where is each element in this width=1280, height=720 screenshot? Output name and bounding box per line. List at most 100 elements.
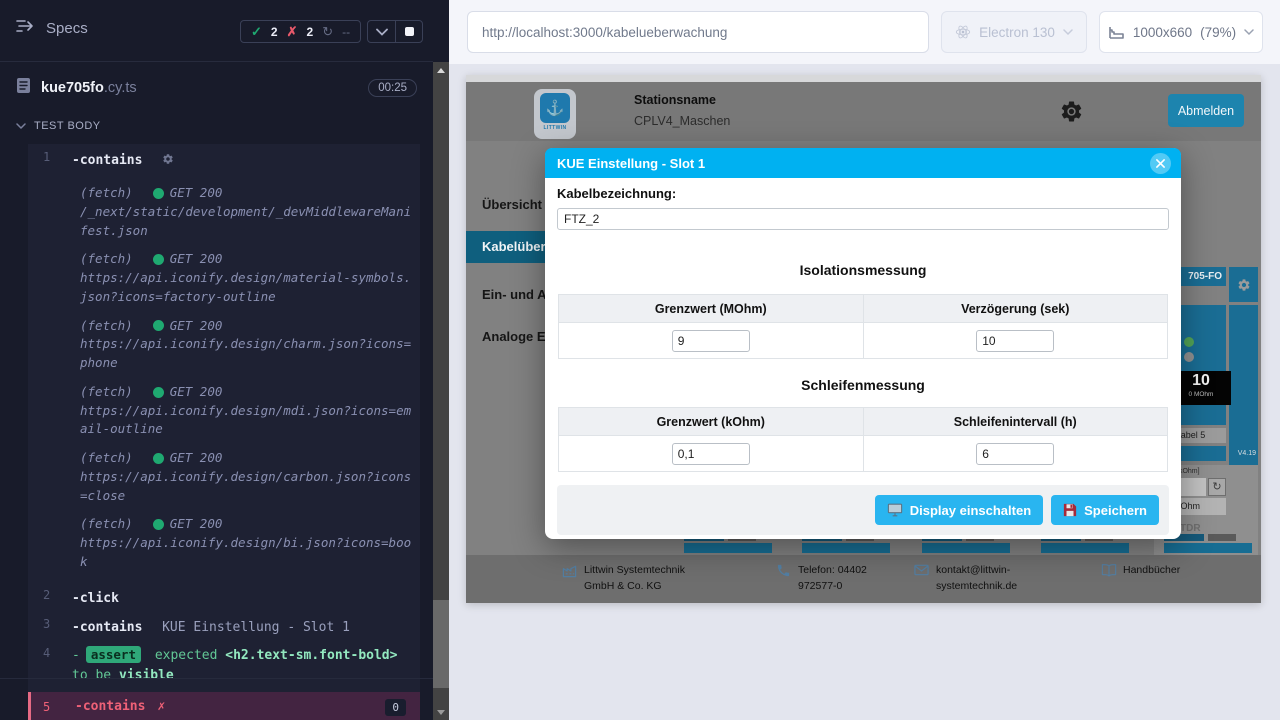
command-row-contains-3[interactable]: 3 -contains KUE Einstellung - Slot 1 [28,611,420,640]
viewport-zoom: (79%) [1200,25,1236,40]
footer-manuals[interactable]: Handbücher [1101,562,1180,582]
close-icon [1156,159,1165,168]
fail-x-icon: ✗ [157,699,165,716]
retry-count-badge: 0 [385,699,406,716]
reporter-scrollbar[interactable] [433,62,449,720]
passed-icon: ✓ [251,24,262,40]
command-row-assert[interactable]: 4 -assert expected <h2.text-sm.font-bold… [28,640,420,693]
footer-company: Littwin Systemtechnik GmbH & Co. KG [562,562,722,595]
cable-name-input[interactable] [557,208,1169,230]
pending-count: -- [342,25,350,39]
display-on-button[interactable]: Display einschalten [875,495,1043,525]
column-header: Verzögerung (sek) [863,295,1168,323]
fetch-log[interactable]: (fetch)GET 200 https://api.iconify.desig… [80,250,412,306]
scroll-up-button[interactable] [433,62,449,78]
test-body-toggle[interactable]: TEST BODY [16,120,101,132]
status-gray-dot [1184,352,1194,362]
fetch-url: https://api.iconify.design/mdi.json?icon… [80,402,412,440]
footer-phone: Telefon: 04402 972577-0 [776,562,891,595]
command-name: -contains [75,699,145,716]
slot-tab-tdr[interactable]: TDR [1180,523,1201,534]
failed-count: 2 [307,25,314,39]
slot-version: V4.19 [1229,446,1258,461]
failed-icon: ✗ [287,24,298,40]
footer-email: kontakt@littwin-systemtechnik.de [914,562,1044,595]
ruler-icon [1108,25,1125,40]
book-icon [1101,562,1117,582]
test-body-label: TEST BODY [34,120,101,132]
chevron-down-icon [1244,29,1254,36]
divider [0,678,433,679]
gear-icon [162,150,174,169]
app-footer: Littwin Systemtechnik GmbH & Co. KG Tele… [466,555,1261,603]
loop-section-title: Schleifenmessung [557,377,1169,395]
station-name: CPLV4_Maschen [634,114,730,128]
logout-button[interactable]: Abmelden [1168,94,1244,127]
fetch-url: /_next/static/development/_devMiddleware… [80,203,412,241]
scroll-up-icon [437,68,445,73]
page: Specs ✓ 2 ✗ 2 ↻ -- [0,0,1280,720]
app-top-strip [466,75,1261,82]
fetch-url: https://api.iconify.design/material-symb… [80,269,412,307]
status-ok-icon [153,453,164,464]
fetch-log[interactable]: (fetch)GET 200 https://api.iconify.desig… [80,317,412,373]
command-row-contains-failed[interactable]: 5 -contains ✗ 0 [28,692,420,720]
status-ok-icon [153,188,164,199]
specs-label: Specs [46,20,88,37]
monitor-icon [887,503,903,517]
command-row-click[interactable]: 2 -click [28,582,420,611]
modal-title: KUE Einstellung - Slot 1 [557,156,705,171]
fetch-url: https://api.iconify.design/charm.json?ic… [80,335,412,373]
status-ok-icon [153,387,164,398]
chevron-down-icon [1063,29,1073,36]
status-ok-icon [153,320,164,331]
aut-toolbar: Electron 130 1000x660 (79%) [449,0,1280,64]
status-ok-icon [153,519,164,530]
reporter-header: Specs ✓ 2 ✗ 2 ↻ -- [0,0,433,62]
slot-gear-button[interactable] [1229,267,1258,302]
browser-selector[interactable]: Electron 130 [941,11,1087,53]
save-button[interactable]: Speichern [1051,495,1159,525]
collapse-button[interactable] [368,21,395,42]
station-label: Stationsname [634,93,716,107]
loop-grenzwert-input[interactable] [672,443,750,465]
scroll-down-icon [437,710,445,715]
viewport-selector[interactable]: 1000x660 (79%) [1099,11,1263,53]
fetch-log[interactable]: (fetch)GET 200 https://api.iconify.desig… [80,449,412,505]
scroll-down-button[interactable] [433,704,449,720]
specs-toggle[interactable]: Specs [16,18,88,38]
fetch-url: https://api.iconify.design/carbon.json?i… [80,468,412,506]
spec-file-icon [16,77,31,99]
loop-intervall-input[interactable] [976,443,1054,465]
column-header: Schleifenintervall (h) [863,408,1168,436]
test-stats: ✓ 2 ✗ 2 ↻ -- [240,20,361,43]
refresh-icon[interactable]: ↻ [1208,478,1226,496]
spec-duration-badge: 00:25 [368,79,417,97]
aut-stage: ⚓ LITTWIN Stationsname CPLV4_Maschen Abm… [449,64,1280,720]
iso-grenzwert-input[interactable] [672,330,750,352]
spec-name: kue705fo [41,80,104,96]
settings-gear-icon[interactable] [1059,99,1084,129]
fetch-log[interactable]: (fetch)GET 200 https://api.iconify.desig… [80,383,412,439]
url-input[interactable] [467,11,929,53]
fetch-log[interactable]: (fetch)GET 200 https://api.iconify.desig… [80,515,412,571]
assert-selector: <h2.text-sm.font-bold> [225,648,397,663]
loop-table: Grenzwert (kOhm) Schleifenintervall (h) [558,407,1168,472]
stop-button[interactable] [395,21,422,42]
scrollbar-thumb[interactable] [433,600,449,688]
spec-file-row[interactable]: kue705fo.cy.ts 00:25 [0,63,433,113]
command-name: -contains [72,153,142,168]
column-header: Grenzwert (MOhm) [559,295,864,323]
command-row-contains-1[interactable]: 1 -contains [28,144,420,174]
cable-name-label: Kabelbezeichnung: [557,186,1169,204]
assert-badge: assert [86,646,141,663]
browser-name: Electron 130 [979,25,1055,40]
command-number: 1 [28,149,72,164]
fetch-log[interactable]: (fetch)GET 200 /_next/static/development… [80,184,412,240]
close-button[interactable] [1150,153,1171,174]
logo-icon: ⚓ [540,93,570,123]
reporter-controls [367,20,423,43]
iso-verzoegerung-input[interactable] [976,330,1054,352]
passed-count: 2 [271,25,278,39]
status-ok-icon [153,254,164,265]
